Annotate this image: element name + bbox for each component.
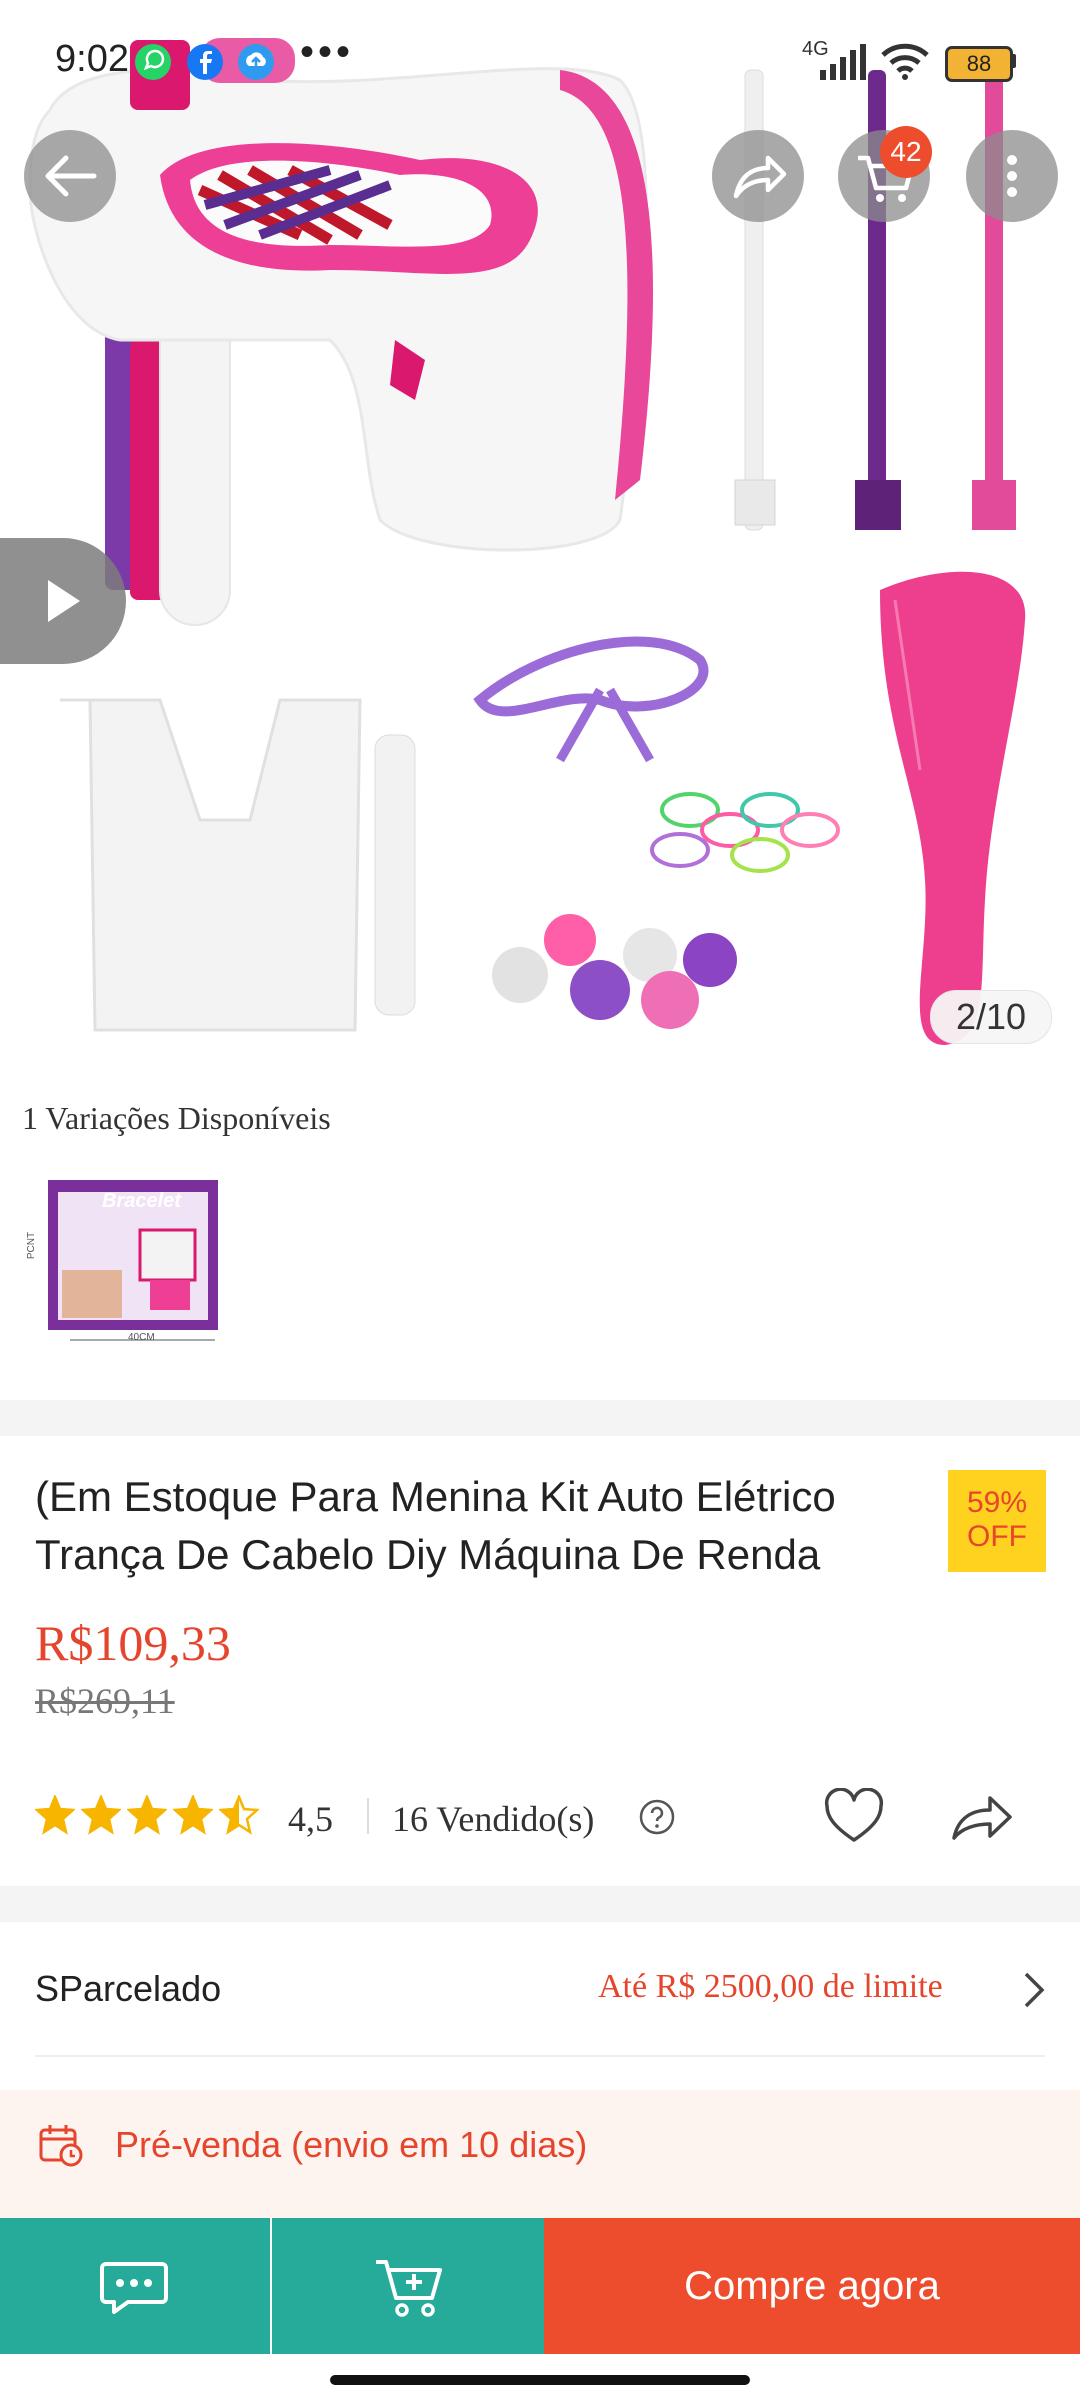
original-price: R$269,11 xyxy=(35,1681,175,1721)
product-image-gallery[interactable]: 42 2/10 xyxy=(0,0,1080,1055)
signal-icon xyxy=(820,44,866,80)
buy-now-button[interactable]: Compre agora xyxy=(544,2218,1080,2354)
variation-brand-text: Bracelet xyxy=(102,1190,181,1212)
arrow-left-icon xyxy=(45,155,97,197)
divider-line xyxy=(35,2055,1045,2057)
star-icon xyxy=(173,1795,213,1835)
variation-dimension-bottom: 40CM xyxy=(128,1332,155,1343)
share-arrow-icon xyxy=(733,155,787,199)
battery-indicator: 88 xyxy=(945,46,1013,82)
discount-badge: 59% OFF xyxy=(948,1470,1046,1572)
variations-label: 1 Variações Disponíveis xyxy=(22,1100,331,1136)
chat-button[interactable] xyxy=(0,2218,270,2354)
discount-percent: 59% xyxy=(966,1486,1028,1519)
more-vertical-icon xyxy=(1007,155,1017,197)
more-notifications-icon: ••• xyxy=(300,30,355,74)
more-options-button[interactable] xyxy=(966,130,1058,222)
section-divider xyxy=(0,1400,1080,1436)
section-divider xyxy=(0,1886,1080,1922)
star-icon xyxy=(35,1795,75,1835)
rating-value: 4,5 xyxy=(288,1799,333,1839)
home-indicator[interactable] xyxy=(330,2375,750,2385)
installment-label: SParcelado xyxy=(35,1968,222,2009)
play-video-button[interactable] xyxy=(0,538,126,664)
battery-tip xyxy=(1010,54,1016,68)
wifi-icon xyxy=(881,43,929,80)
variation-dimension-side: PCNT xyxy=(26,1231,38,1260)
status-bar: 9:02 ••• 4G 88 xyxy=(0,0,1080,120)
star-icon xyxy=(127,1795,167,1835)
upload-icon xyxy=(238,44,274,80)
chat-icon xyxy=(100,2262,168,2314)
variation-thumbnail[interactable]: Bracelet PCNT 40CM xyxy=(26,1170,230,1355)
cart-count-badge: 42 xyxy=(880,126,932,178)
star-icon xyxy=(81,1795,121,1835)
add-to-cart-button[interactable] xyxy=(272,2218,544,2354)
share-button[interactable] xyxy=(712,130,804,222)
calendar-clock-icon xyxy=(39,2125,83,2167)
rating-stars xyxy=(35,1795,265,1840)
facebook-icon xyxy=(187,44,223,80)
sold-count: 16 Vendido(s) xyxy=(392,1799,595,1839)
heart-icon[interactable] xyxy=(823,1788,885,1846)
play-icon xyxy=(48,580,80,622)
chevron-right-icon xyxy=(1024,1972,1045,2008)
share-icon[interactable] xyxy=(948,1788,1016,1846)
status-time: 9:02 xyxy=(55,38,129,80)
rating-divider xyxy=(367,1798,369,1834)
presale-text: Pré-venda (envio em 10 dias) xyxy=(115,2124,588,2165)
image-counter: 2/10 xyxy=(930,990,1052,1044)
whatsapp-icon xyxy=(135,44,171,80)
star-icon xyxy=(219,1795,259,1835)
help-icon[interactable] xyxy=(638,1798,676,1836)
product-title: (Em Estoque Para Menina Kit Auto Elétric… xyxy=(35,1473,836,1578)
discount-off-label: OFF xyxy=(967,1520,1027,1553)
back-button[interactable] xyxy=(24,130,116,222)
installment-limit: Até R$ 2500,00 de limite xyxy=(598,1968,943,2005)
current-price: R$109,33 xyxy=(35,1615,231,1671)
add-to-cart-icon xyxy=(376,2260,442,2317)
